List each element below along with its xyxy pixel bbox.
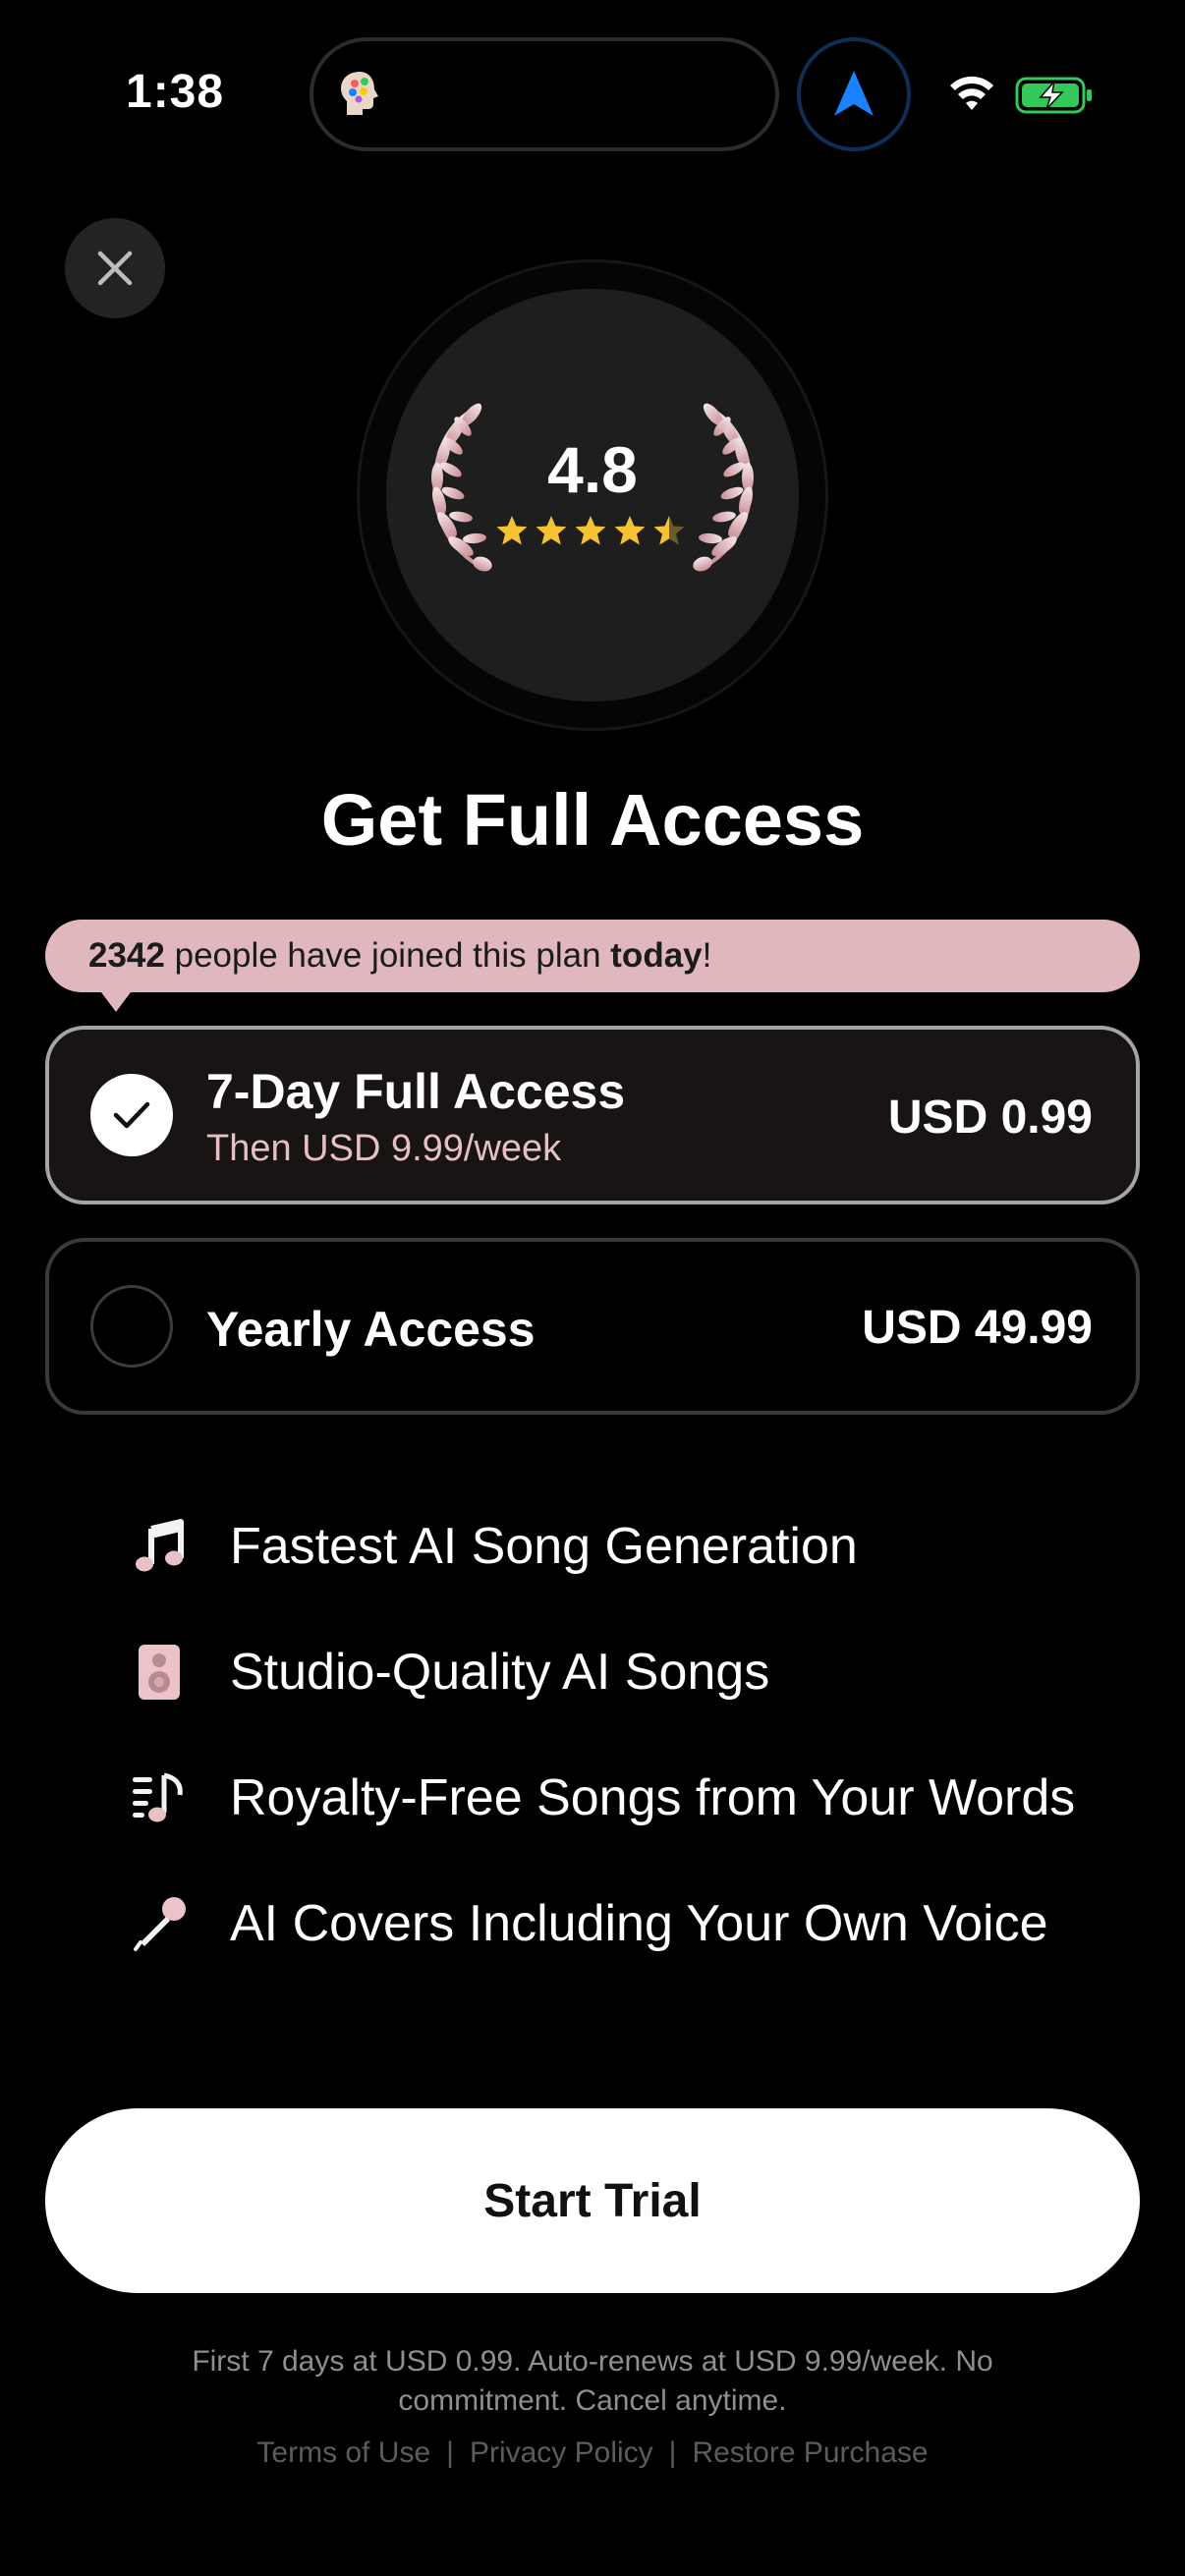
plan-name: Yearly Access bbox=[206, 1302, 536, 1357]
link-separator: | bbox=[668, 2436, 677, 2469]
privacy-link[interactable]: Privacy Policy bbox=[470, 2436, 653, 2469]
banner-text: people have joined this plan bbox=[164, 936, 611, 975]
star-rating bbox=[496, 516, 685, 545]
feature-text: Royalty-Free Songs from Your Words bbox=[230, 1769, 1076, 1826]
plan-price: USD 49.99 bbox=[862, 1302, 1093, 1354]
plan-subtitle: Then USD 9.99/week bbox=[206, 1128, 562, 1169]
location-arrow-icon bbox=[834, 71, 874, 116]
banner-end: ! bbox=[702, 936, 712, 975]
wifi-icon bbox=[950, 76, 993, 110]
page-title: Get Full Access bbox=[320, 779, 865, 861]
feature-item: AI Covers Including Your Own Voice bbox=[130, 1884, 1047, 1963]
restore-purchase-link[interactable]: Restore Purchase bbox=[692, 2436, 928, 2469]
banner-today: today bbox=[610, 936, 703, 975]
checkmark-icon bbox=[113, 1101, 150, 1129]
status-time: 1:38 bbox=[126, 66, 225, 118]
feature-item: Royalty-Free Songs from Your Words bbox=[130, 1759, 1075, 1837]
feature-text: Fastest AI Song Generation bbox=[230, 1518, 858, 1575]
feature-item: Studio-Quality AI Songs bbox=[130, 1633, 769, 1711]
close-icon bbox=[97, 251, 133, 286]
half-star-icon bbox=[653, 516, 685, 545]
radio-unselected bbox=[90, 1285, 173, 1368]
speaker-icon bbox=[139, 1645, 180, 1700]
plan-name: 7-Day Full Access bbox=[206, 1064, 626, 1119]
rating-value: 4.8 bbox=[547, 433, 638, 506]
star-icon bbox=[575, 516, 606, 545]
social-proof-banner: 2342 people have joined this plan today! bbox=[45, 920, 1140, 992]
banner-pointer bbox=[98, 988, 134, 1012]
legal-links: Terms of Use | Privacy Policy | Restore Purc… bbox=[0, 2436, 1185, 2470]
microphone-icon bbox=[134, 1897, 186, 1951]
feature-text: AI Covers Including Your Own Voice bbox=[230, 1895, 1048, 1952]
plan-price: USD 0.99 bbox=[887, 1092, 1093, 1144]
close-button[interactable] bbox=[65, 218, 165, 318]
music-list-icon bbox=[133, 1772, 183, 1822]
feature-item: Fastest AI Song Generation bbox=[130, 1507, 858, 1586]
star-icon bbox=[496, 516, 528, 545]
renewal-disclaimer: First 7 days at USD 0.99. Auto-renews at… bbox=[192, 2345, 993, 2417]
link-separator: | bbox=[446, 2436, 454, 2469]
join-count: 2342 bbox=[88, 936, 165, 975]
feature-text: Studio-Quality AI Songs bbox=[230, 1644, 770, 1701]
plan-weekly-option[interactable]: 7-Day Full Access Then USD 9.99/week USD… bbox=[45, 1026, 1140, 1204]
selected-check bbox=[90, 1074, 173, 1156]
battery-charging-icon bbox=[1015, 77, 1092, 114]
start-trial-button[interactable]: Start Trial bbox=[45, 2108, 1140, 2293]
music-note-icon bbox=[136, 1519, 184, 1572]
star-icon bbox=[614, 516, 646, 545]
star-icon bbox=[536, 516, 567, 545]
terms-link[interactable]: Terms of Use bbox=[256, 2436, 430, 2469]
brain-app-icon bbox=[341, 72, 378, 115]
plan-yearly-option[interactable]: Yearly Access USD 49.99 bbox=[45, 1238, 1140, 1415]
